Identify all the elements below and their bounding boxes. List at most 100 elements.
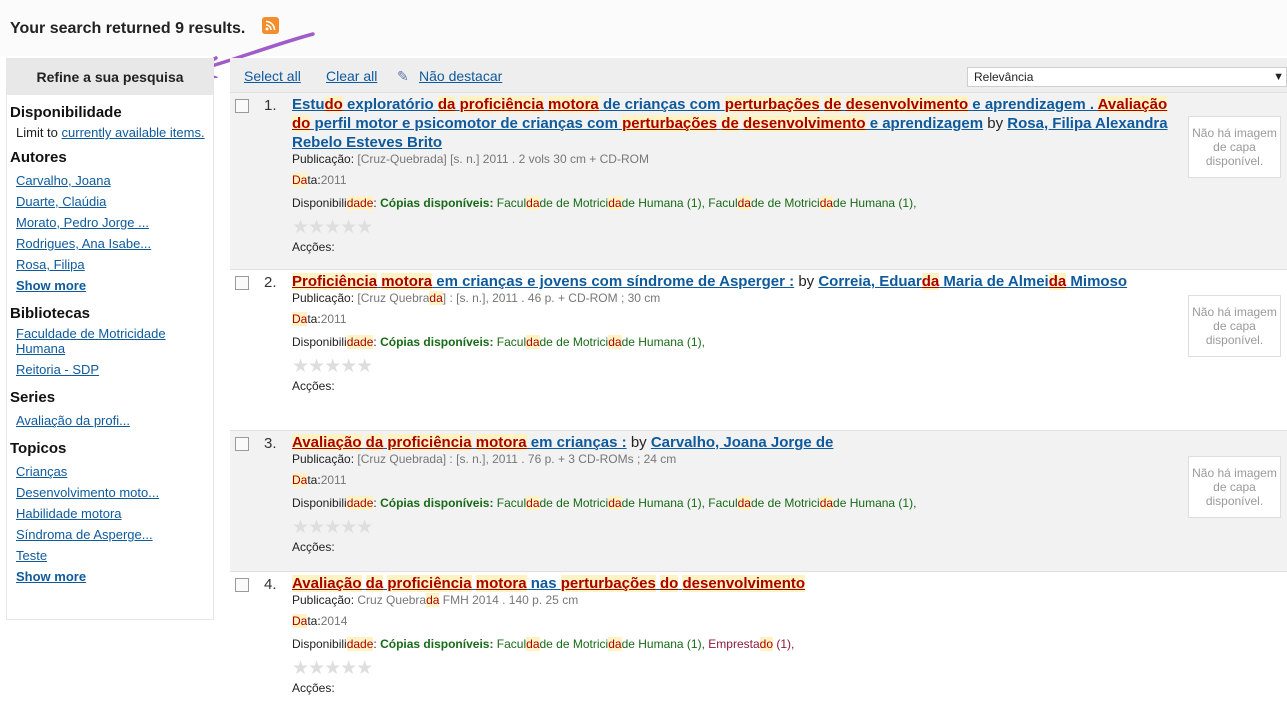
publication-value: Cruz Quebrada FMH 2014 . 140 p. 25 cm	[357, 593, 579, 607]
search-term-highlight: da	[608, 637, 622, 651]
search-term-highlight: perturbações	[560, 575, 656, 592]
library-holding-link[interactable]: Faculdade de Motricidade Humana (1),	[497, 637, 705, 651]
search-term-highlight: da	[526, 496, 540, 510]
search-term-highlight: motora	[381, 273, 433, 290]
facet-title-topics: Topicos	[10, 440, 67, 457]
search-term-highlight: da	[526, 196, 540, 210]
search-result-3: 3. Avaliação da proficiência motora em c…	[230, 430, 1287, 571]
star-rating-icon[interactable]: ★★★★★	[292, 357, 1177, 377]
result-number: 4.	[264, 576, 277, 593]
topic-facet-link[interactable]: Síndroma de Asperge...	[16, 524, 213, 545]
actions-label[interactable]: Acções:	[292, 379, 1177, 393]
star-rating-icon[interactable]: ★★★★★	[292, 218, 1177, 238]
author-facet-link[interactable]: Rodrigues, Ana Isabe...	[16, 233, 213, 254]
library-holding-link[interactable]: Faculdade de Motricidade Humana (1),	[497, 496, 705, 510]
availability-line: Disponibilidade: Cópias disponíveis: Fac…	[292, 496, 1177, 510]
publication-value: [Cruz Quebrada] : [s. n.], 2011 . 76 p. …	[357, 452, 677, 466]
search-term-highlight: dade	[346, 335, 374, 349]
search-term-highlight: Avaliação	[1097, 96, 1168, 113]
result-title-link[interactable]: Avaliação da proficiência motora em cria…	[292, 434, 627, 451]
by-label: by	[798, 273, 815, 290]
search-term-highlight: da	[819, 196, 834, 210]
facet-title-series: Series	[10, 389, 56, 406]
publication-line: Publicação: Cruz Quebrada FMH 2014 . 140…	[292, 593, 1177, 607]
result-author-link[interactable]: Correia, Eduarda Maria de Almeida Mimoso	[818, 273, 1127, 290]
availability-prefix: Limit to	[16, 125, 62, 140]
search-term-highlight: dade	[346, 196, 374, 210]
author-facet-link[interactable]: Rosa, Filipa	[16, 254, 213, 275]
search-term-highlight: da	[608, 335, 622, 349]
search-term-highlight: da	[526, 637, 540, 651]
result-author-link[interactable]: Carvalho, Joana Jorge de	[651, 434, 834, 451]
search-term-highlight: perturbações	[724, 96, 820, 113]
result-title-line: Proficiência motora em crianças e jovens…	[292, 272, 1177, 291]
star-rating-icon[interactable]: ★★★★★	[292, 659, 1177, 679]
series-facet-list: Avaliação da profi...	[7, 410, 213, 431]
sort-select[interactable]: Relevância ▼	[967, 67, 1287, 87]
actions-label[interactable]: Acções:	[292, 240, 1177, 254]
search-term-highlight: da	[526, 335, 540, 349]
result-checkbox[interactable]	[235, 437, 249, 451]
star-rating-icon[interactable]: ★★★★★	[292, 518, 1177, 538]
search-term-highlight: da	[608, 496, 622, 510]
author-facet-link[interactable]: Carvalho, Joana	[16, 170, 213, 191]
topic-facet-link[interactable]: Desenvolvimento moto...	[16, 482, 213, 503]
result-title-link[interactable]: Proficiência motora em crianças e jovens…	[292, 273, 794, 290]
search-term-highlight: motora	[547, 96, 599, 113]
library-facet-link[interactable]: Reitoria - SDP	[16, 359, 213, 380]
clear-all-link[interactable]: Clear all	[326, 68, 377, 84]
publication-line: Publicação: [Cruz Quebrada] : [s. n.], 2…	[292, 452, 1177, 466]
available-copies-label: Cópias disponíveis:	[380, 637, 494, 651]
result-number: 2.	[264, 274, 277, 291]
author-facet-link[interactable]: Duarte, Claúdia	[16, 191, 213, 212]
series-facet-link[interactable]: Avaliação da profi...	[16, 410, 213, 431]
facet-title-libraries: Bibliotecas	[10, 305, 91, 322]
topic-facet-link[interactable]: Teste	[16, 545, 213, 566]
search-term-highlight: Da	[292, 473, 308, 487]
actions-label[interactable]: Acções:	[292, 681, 1177, 695]
date-label: Data:	[292, 473, 321, 487]
topics-show-more-link[interactable]: Show more	[16, 566, 213, 587]
library-holding-link[interactable]: Faculdade de Motricidade Humana (1),	[708, 496, 916, 510]
availability-line: Disponibilidade: Cópias disponíveis: Fac…	[292, 637, 1177, 651]
availability-line: Disponibilidade: Cópias disponíveis: Fac…	[292, 196, 1177, 210]
topic-facet-link[interactable]: Habilidade motora	[16, 503, 213, 524]
unhighlight-link[interactable]: Não destacar	[419, 68, 502, 84]
search-term-highlight: da	[365, 575, 384, 592]
date-value: 2011	[320, 173, 347, 187]
library-holding-link[interactable]: Faculdade de Motricidade Humana (1),	[708, 196, 916, 210]
select-all-link[interactable]: Select all	[244, 68, 301, 84]
author-facet-link[interactable]: Morato, Pedro Jorge ...	[16, 212, 213, 233]
search-term-highlight: Avaliação	[292, 434, 362, 451]
search-term-highlight: da	[608, 196, 622, 210]
search-term-highlight: de	[721, 115, 739, 132]
publication-value: [Cruz-Quebrada] [s. n.] 2011 . 2 vols 30…	[357, 152, 649, 166]
search-term-highlight: da	[429, 291, 443, 305]
search-term-highlight: do	[292, 115, 311, 132]
on-loan-status[interactable]: Emprestado (1),	[708, 637, 794, 651]
refine-sidebar: Refine a sua pesquisa Disponibilidade Li…	[6, 58, 214, 620]
library-holding-link[interactable]: Faculdade de Motricidade Humana (1),	[497, 335, 705, 349]
result-checkbox[interactable]	[235, 276, 249, 290]
result-title-line: Avaliação da proficiência motora nas per…	[292, 574, 1177, 593]
date-line: Data:2011	[292, 473, 1177, 487]
by-label: by	[987, 115, 1004, 132]
currently-available-link[interactable]: currently available items.	[62, 125, 205, 140]
search-term-highlight: de	[823, 96, 842, 113]
result-title-link[interactable]: Avaliação da proficiência motora nas per…	[292, 575, 806, 592]
library-facet-link[interactable]: Faculdade de Motricidade Humana	[16, 326, 213, 356]
availability-line: Disponibilidade: Cópias disponíveis: Fac…	[292, 335, 1177, 349]
authors-show-more-link[interactable]: Show more	[16, 275, 213, 296]
publication-label: Publicação:	[292, 152, 355, 166]
actions-label[interactable]: Acções:	[292, 540, 1177, 554]
date-line: Data:2011	[292, 312, 1177, 326]
search-term-highlight: proficiência	[387, 434, 472, 451]
by-label: by	[630, 434, 647, 451]
topic-facet-link[interactable]: Crianças	[16, 461, 213, 482]
search-term-highlight: da	[819, 496, 834, 510]
search-term-highlight: da	[1048, 273, 1067, 290]
result-checkbox[interactable]	[235, 99, 249, 113]
search-term-highlight: Avaliação	[292, 575, 362, 592]
library-holding-link[interactable]: Faculdade de Motricidade Humana (1),	[497, 196, 705, 210]
result-checkbox[interactable]	[235, 578, 249, 592]
